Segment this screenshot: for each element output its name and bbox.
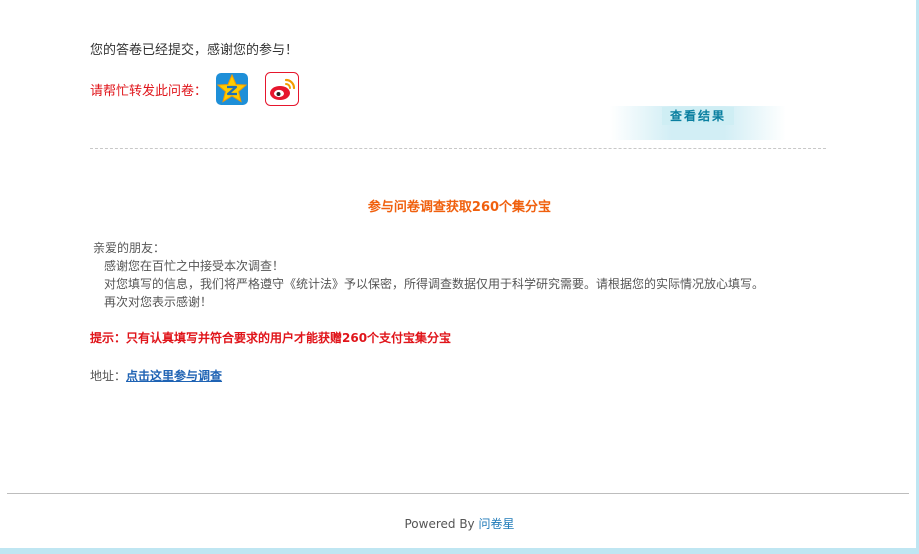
qzone-icon <box>216 73 249 105</box>
brand-link[interactable]: 问卷星 <box>478 517 514 531</box>
powered-by-text: Powered By <box>404 517 475 531</box>
submit-message: 您的答卷已经提交，感谢您的参与！ <box>90 43 299 58</box>
tip-text: 提示：只有认真填写并符合要求的用户才能获赠260个支付宝集分宝 <box>90 331 452 345</box>
letter-line: 再次对您表示感谢！ <box>104 295 213 309</box>
view-results-label: 查看结果 <box>662 107 734 125</box>
survey-title: 参与问卷调查获取260个集分宝 <box>367 200 552 215</box>
share-row: 请帮忙转发此问卷： <box>90 72 315 106</box>
letter-greeting: 亲爱的朋友： <box>93 241 166 255</box>
page: 您的答卷已经提交，感谢您的参与！ 请帮忙转发此问卷： 查看结果 参与问卷调查获取… <box>0 0 919 554</box>
address-row: 地址：点击这里参与调查 <box>90 367 222 384</box>
letter-line: 对您填写的信息，我们将严格遵守《统计法》予以保密，所得调查数据仅用于科学研究需要… <box>104 277 765 291</box>
address-label: 地址： <box>90 369 127 383</box>
weibo-icon <box>265 72 300 106</box>
qzone-share-button[interactable] <box>215 72 249 106</box>
bottom-strip <box>0 548 919 554</box>
weibo-share-button[interactable] <box>265 72 300 106</box>
survey-letter: 亲爱的朋友： 感谢您在百忙之中接受本次调查！ 对您填写的信息，我们将严格遵守《统… <box>93 239 764 311</box>
survey-link[interactable]: 点击这里参与调查 <box>126 369 222 383</box>
dashed-divider <box>90 148 826 149</box>
letter-line: 感谢您在百忙之中接受本次调查！ <box>104 259 285 273</box>
view-results-button[interactable]: 查看结果 <box>610 106 786 140</box>
footer: Powered By 问卷星 <box>0 515 919 532</box>
share-label: 请帮忙转发此问卷： <box>90 83 208 99</box>
footer-divider <box>7 493 909 494</box>
